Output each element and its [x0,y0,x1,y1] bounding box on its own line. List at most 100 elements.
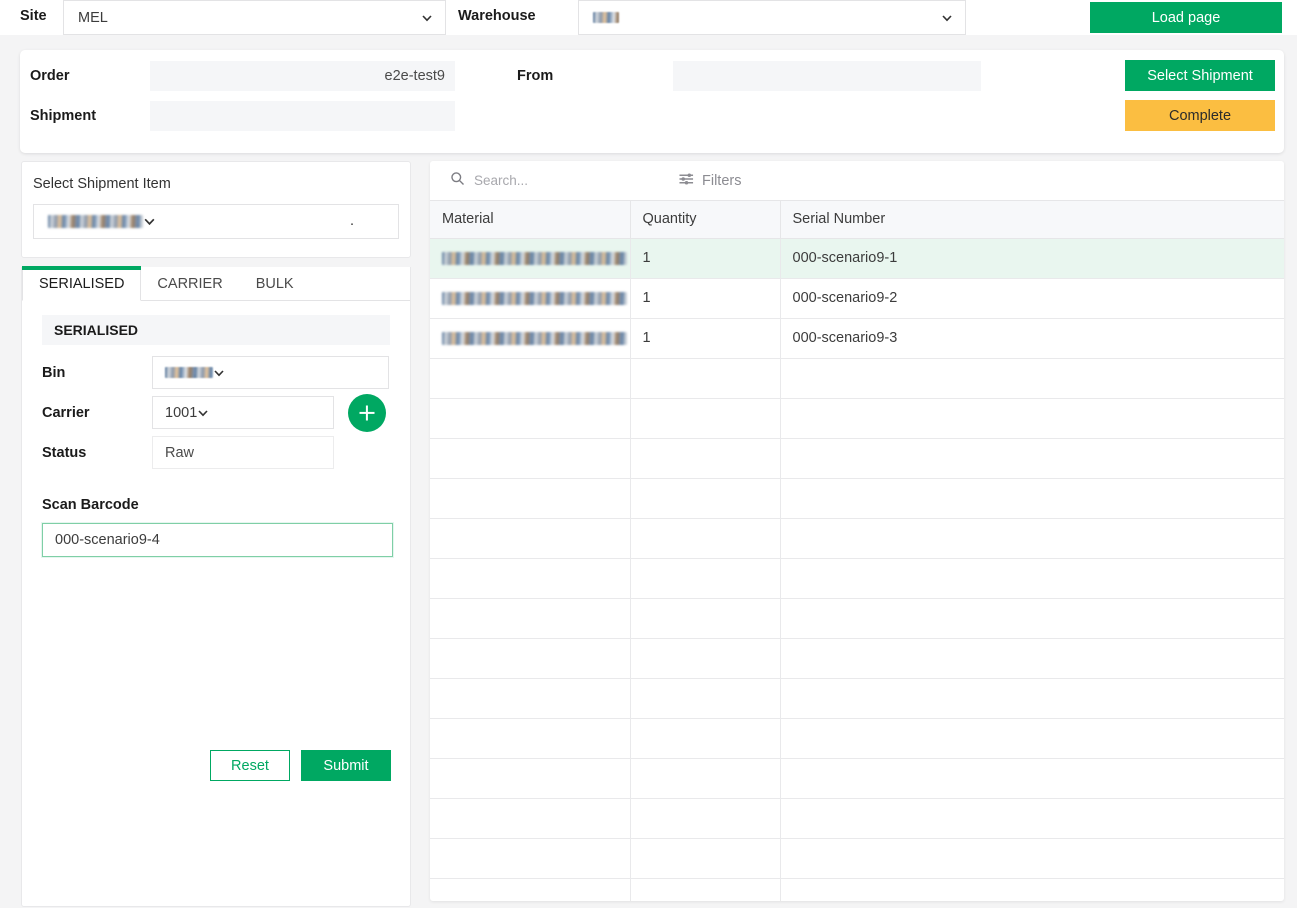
filters-icon [679,172,694,190]
carrier-value: 1001 [165,404,198,421]
table-row-empty [430,798,1284,839]
cell-empty [430,798,631,839]
cell-serial-number: 000-scenario9-1 [780,238,1284,279]
table-row-empty [430,678,1284,719]
table-row[interactable]: 1 000-scenario9-2 [430,278,1284,319]
tab-bar: SERIALISED CARRIER BULK [22,266,410,301]
order-field: e2e-test9 [150,61,455,91]
cell-quantity: 1 [630,238,781,279]
cell-empty [430,598,631,639]
left-panel: Select Shipment Item . SERIALISED CARRIE… [21,161,411,907]
table-row[interactable]: 1 000-scenario9-1 [430,238,1284,279]
select-shipment-button[interactable]: Select Shipment [1125,60,1275,91]
cell-serial-number: 000-scenario9-3 [780,318,1284,359]
cell-empty [780,758,1284,799]
cell-empty [430,878,631,901]
table-row-empty [430,718,1284,759]
bin-value [165,367,213,378]
cell-empty [430,478,631,519]
from-label: From [517,68,554,84]
cell-empty [630,518,781,559]
cell-empty [630,398,781,439]
search-placeholder: Search... [474,173,529,188]
table-row[interactable]: 1 000-scenario9-3 [430,318,1284,359]
cell-empty [430,718,631,759]
tab-serialised[interactable]: SERIALISED [22,266,142,301]
cell-empty [630,718,781,759]
cell-empty [630,878,781,901]
add-carrier-button[interactable] [348,393,386,432]
bin-label: Bin [42,364,66,381]
cell-empty [780,878,1284,901]
table-row-empty [430,878,1284,901]
column-header-material[interactable]: Material [430,201,631,239]
cell-empty [780,838,1284,879]
site-label: Site [20,8,47,24]
cell-empty [430,758,631,799]
table-row-empty [430,478,1284,519]
site-select[interactable]: MEL [63,0,446,35]
table-body: 1 000-scenario9-1 1 000-scenario9-2 1 000-sce… [430,238,1284,901]
filters-button[interactable]: Filters [679,172,741,190]
tab-bulk[interactable]: BULK [240,267,311,300]
cell-empty [780,798,1284,839]
column-header-quantity[interactable]: Quantity [630,201,781,239]
chevron-down-icon [421,12,433,24]
cell-empty [780,358,1284,399]
cell-empty [630,638,781,679]
carrier-select[interactable]: 1001 [152,396,334,429]
cell-empty [430,558,631,599]
cell-empty [780,518,1284,559]
status-field: Raw [152,436,334,469]
site-select-value: MEL [78,9,108,26]
cell-empty [780,598,1284,639]
cell-empty [630,478,781,519]
search-input[interactable]: Search... [450,171,665,191]
shipment-item-select[interactable]: . [33,204,399,239]
cell-empty [430,838,631,879]
select-shipment-item-label: Select Shipment Item [33,176,171,192]
bin-row: Bin [42,356,390,389]
search-icon [450,171,465,191]
warehouse-select[interactable] [578,0,966,35]
table-header-row: Material Quantity Serial Number [430,201,1284,239]
carrier-label: Carrier [42,404,90,421]
cell-empty [780,438,1284,479]
table-row-empty [430,438,1284,479]
load-page-button[interactable]: Load page [1090,2,1282,33]
table-toolbar: Search... Filters [430,161,1284,201]
cell-empty [780,718,1284,759]
scan-barcode-value: 000-scenario9-4 [55,532,160,548]
column-header-serial-number[interactable]: Serial Number [780,201,1284,239]
material-value [442,331,627,345]
chevron-down-icon [197,407,209,419]
order-value: e2e-test9 [384,68,445,84]
bin-select[interactable] [152,356,389,389]
cell-empty [780,478,1284,519]
cell-empty [430,678,631,719]
table-row-empty [430,558,1284,599]
cell-material [430,238,631,279]
status-row: Status Raw [42,436,390,469]
reset-button[interactable]: Reset [210,750,290,781]
submit-button[interactable]: Submit [301,750,391,781]
scan-barcode-input[interactable]: 000-scenario9-4 [42,523,393,557]
table-row-empty [430,758,1284,799]
cell-empty [430,438,631,479]
cell-quantity: 1 [630,318,781,359]
serialised-panel: SERIALISED Bin Carrier 1001 Status Raw S… [22,301,410,557]
cell-empty [630,758,781,799]
cell-empty [780,398,1284,439]
form-actions: Reset Submit [210,750,391,781]
filters-label: Filters [702,172,742,189]
table-row-empty [430,838,1284,879]
status-value: Raw [165,444,195,461]
cell-empty [630,798,781,839]
top-bar: Site MEL Warehouse Load page [0,0,1297,35]
tab-carrier[interactable]: CARRIER [141,267,239,300]
from-field [673,61,981,91]
table-row-empty [430,398,1284,439]
cell-material [430,318,631,359]
app-page: Site MEL Warehouse Load page Order e2e-t… [0,0,1297,908]
complete-button[interactable]: Complete [1125,100,1275,131]
